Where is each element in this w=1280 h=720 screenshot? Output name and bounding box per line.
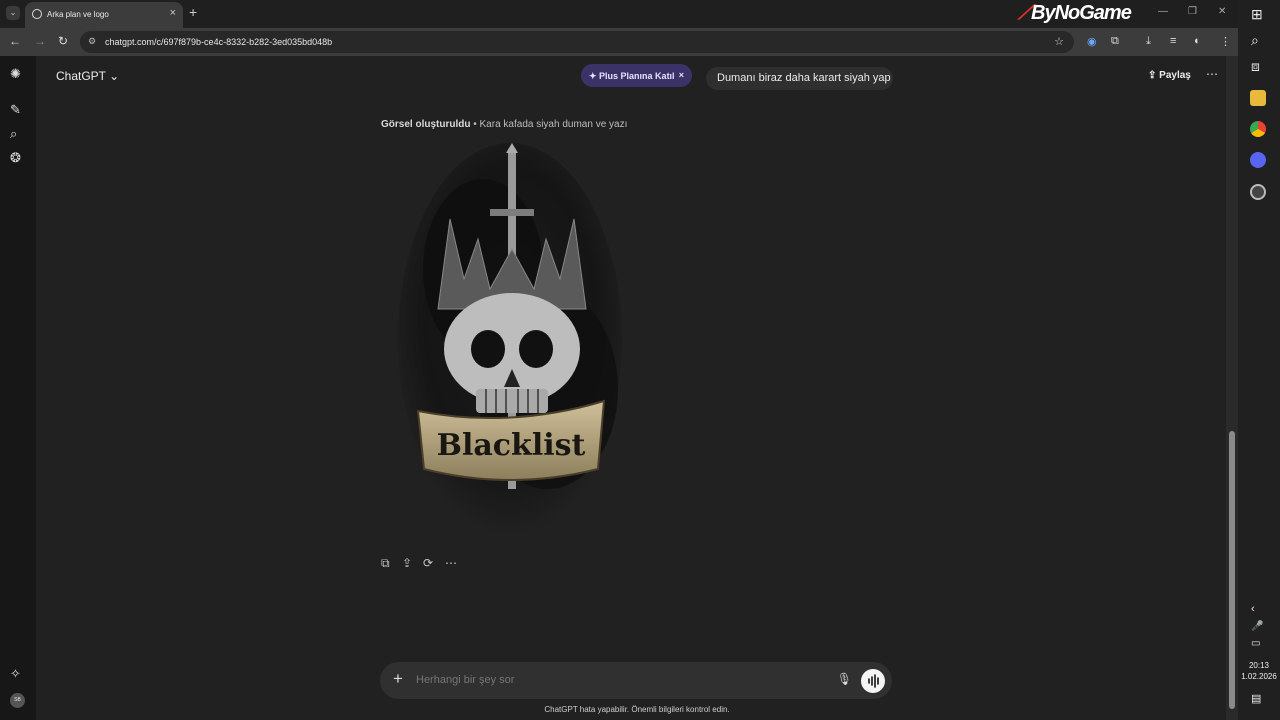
more-actions-icon[interactable]: ⋯ (445, 556, 457, 570)
image-generated-label: Görsel oluşturuldu • Kara kafada siyah d… (381, 119, 628, 130)
address-bar[interactable]: ⚙ chatgpt.com/c/697f879b-ce4c-8332-b282-… (80, 31, 1074, 53)
more-options-icon[interactable]: ⋯ (1206, 67, 1218, 81)
library-icon[interactable]: ❂ (10, 150, 21, 166)
user-message-bubble: Dumanı biraz daha karart siyah yap (706, 67, 893, 90)
close-icon[interactable]: × (679, 70, 684, 80)
tab-search-menu-button[interactable]: ⌄ (6, 6, 20, 20)
display-tray-icon[interactable]: ▭ (1251, 638, 1260, 649)
waveform-icon (868, 674, 879, 688)
restore-button[interactable]: ❐ (1188, 6, 1197, 17)
extension-icon[interactable]: ◉ (1087, 35, 1097, 48)
discord-icon[interactable] (1250, 152, 1266, 168)
scrollbar-thumb[interactable] (1229, 431, 1235, 709)
openai-logo-icon[interactable]: ✺ (10, 66, 21, 82)
notifications-icon[interactable]: ▤ (1251, 692, 1261, 705)
generated-image[interactable]: Blacklist (378, 139, 642, 537)
downloads-icon[interactable]: ⤓ (1146, 35, 1151, 48)
browser-tab[interactable]: Arka plan ve logo × (25, 2, 183, 28)
bookmark-star-icon[interactable]: ☆ (1054, 35, 1064, 48)
url-text: chatgpt.com/c/697f879b-ce4c-8332-b282-3e… (105, 37, 333, 47)
new-tab-button[interactable]: + (189, 4, 197, 20)
browser-menu-icon[interactable]: ⋮ (1220, 35, 1231, 48)
minimize-button[interactable]: — (1158, 6, 1168, 17)
sidebar-rail: ✺ ✎ ⌕ ❂ ✧ SB (0, 56, 36, 720)
chatgpt-favicon-icon (32, 9, 42, 19)
chevron-left-icon[interactable]: ‹ (1251, 603, 1255, 615)
avatar[interactable]: SB (10, 693, 25, 708)
window-close-button[interactable]: ✕ (1218, 6, 1226, 17)
extensions-puzzle-icon[interactable]: ⧉ (1111, 35, 1119, 48)
search-icon[interactable]: ⌕ (1251, 32, 1259, 49)
site-info-icon[interactable]: ⚙ (88, 36, 96, 47)
windows-taskbar: ⊞ ⌕ ⧈ ‹ 🎤 ▭ 20:13 1.02.2026 ▤ (1238, 0, 1280, 720)
search-icon[interactable]: ⌕ (10, 126, 17, 142)
voice-mode-button[interactable] (861, 669, 885, 693)
browser-toolbar: ← → ↻ ⚙ chatgpt.com/c/697f879b-ce4c-8332… (0, 28, 1238, 56)
model-selector[interactable]: ChatGPT ⌄ (56, 69, 119, 83)
regenerate-icon[interactable]: ⟳ (423, 556, 433, 570)
chat-main: ChatGPT ⌄ ✦ Plus Planına Katıl × Dumanı … (36, 56, 1226, 720)
copy-icon[interactable]: ⧉ (381, 556, 390, 571)
attach-plus-icon[interactable]: + (393, 669, 403, 689)
composer: + 🎙 (380, 662, 892, 699)
sparkle-upgrade-icon[interactable]: ✧ (10, 666, 21, 682)
bynogame-logo: ⟋ByNoGame (1018, 2, 1132, 24)
disclaimer-text: ChatGPT hata yapabilir. Önemli bilgileri… (544, 705, 730, 714)
windows-start-icon[interactable]: ⊞ (1251, 6, 1263, 23)
tab-title: Arka plan ve logo (47, 10, 109, 19)
plus-plan-badge[interactable]: ✦ Plus Planına Katıl × (581, 64, 692, 87)
browser-tab-bar: ⌄ Arka plan ve logo × + ⟋ByNoGame — ❐ ✕ (0, 0, 1238, 28)
share-button[interactable]: ⇪ Paylaş (1148, 70, 1191, 81)
new-chat-icon[interactable]: ✎ (10, 102, 21, 118)
page-scrollbar[interactable] (1226, 56, 1238, 720)
image-banner-text: Blacklist (437, 428, 586, 463)
chrome-icon[interactable] (1250, 121, 1266, 137)
mic-tray-icon[interactable]: 🎤 (1251, 621, 1263, 632)
file-explorer-icon[interactable] (1250, 90, 1266, 106)
profile-icon[interactable]: ◐ (1194, 35, 1201, 47)
back-button[interactable]: ← (9, 34, 21, 48)
share-image-icon[interactable]: ⇪ (402, 556, 412, 570)
task-view-icon[interactable]: ⧈ (1251, 58, 1260, 75)
reading-list-icon[interactable]: ≡ (1170, 35, 1176, 47)
message-input[interactable] (416, 674, 816, 686)
tab-close-icon[interactable]: × (170, 7, 176, 19)
system-clock[interactable]: 20:13 1.02.2026 (1240, 660, 1278, 682)
microphone-icon[interactable]: 🎙 (837, 672, 852, 686)
forward-button[interactable]: → (34, 34, 46, 48)
reload-button[interactable]: ↻ (58, 34, 68, 48)
app-icon[interactable] (1250, 184, 1266, 200)
